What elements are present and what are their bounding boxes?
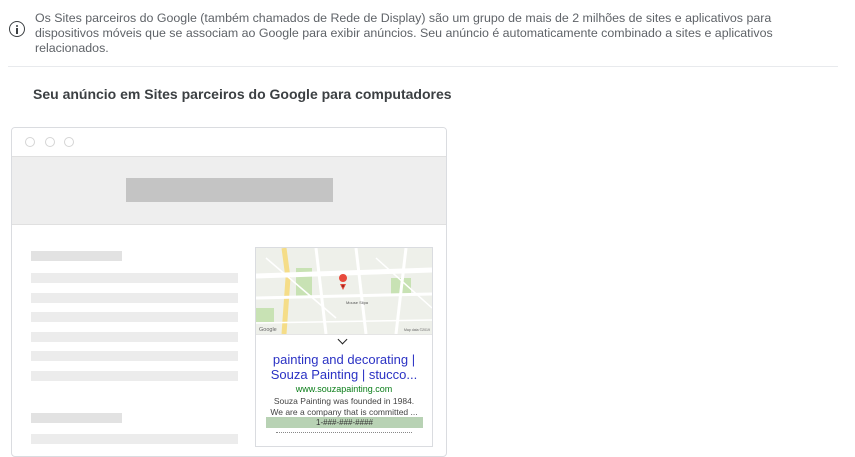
window-dot-icon bbox=[25, 137, 35, 147]
desktop-browser-preview: Mouse Siipa Google Map data ©2019 painti… bbox=[11, 127, 447, 457]
svg-text:Mouse Siipa: Mouse Siipa bbox=[346, 300, 369, 305]
text-placeholder bbox=[31, 351, 238, 361]
svg-text:Map data ©2019: Map data ©2019 bbox=[404, 328, 430, 332]
text-placeholder bbox=[31, 251, 122, 261]
browser-titlebar bbox=[12, 128, 446, 157]
divider bbox=[8, 66, 838, 67]
text-placeholder bbox=[31, 312, 238, 322]
svg-text:Google: Google bbox=[259, 327, 277, 333]
text-placeholder bbox=[31, 273, 238, 283]
ad-more-indicator bbox=[276, 432, 412, 435]
map-expand-strip[interactable] bbox=[256, 334, 432, 346]
text-placeholder bbox=[31, 332, 238, 342]
window-dot-icon bbox=[45, 137, 55, 147]
ad-description-line: Souza Painting was founded in 1984. bbox=[273, 396, 415, 406]
text-placeholder bbox=[31, 371, 238, 381]
window-dot-icon bbox=[64, 137, 74, 147]
site-header-placeholder bbox=[12, 157, 446, 225]
info-text: Os Sites parceiros do Google (também cha… bbox=[35, 11, 773, 55]
text-placeholder bbox=[31, 293, 238, 303]
chevron-down-icon[interactable] bbox=[337, 334, 348, 345]
section-heading: Seu anúncio em Sites parceiros do Google… bbox=[33, 86, 452, 102]
ad-phone-number[interactable]: 1-###-###-#### bbox=[266, 417, 423, 428]
info-icon bbox=[9, 21, 25, 37]
display-ad[interactable]: Mouse Siipa Google Map data ©2019 painti… bbox=[255, 247, 433, 447]
ad-headline[interactable]: painting and decorating | Souza Painting… bbox=[256, 352, 432, 382]
text-placeholder bbox=[31, 434, 238, 444]
info-banner: Os Sites parceiros do Google (também cha… bbox=[9, 11, 829, 56]
ad-map[interactable]: Mouse Siipa Google Map data ©2019 bbox=[256, 248, 432, 334]
text-placeholder bbox=[31, 413, 122, 423]
map-graphic: Mouse Siipa Google Map data ©2019 bbox=[256, 248, 432, 334]
ad-description-line: We are a company that is committed ... bbox=[270, 407, 418, 417]
ad-display-url[interactable]: www.souzapainting.com bbox=[256, 384, 432, 394]
site-title-placeholder bbox=[126, 178, 333, 202]
